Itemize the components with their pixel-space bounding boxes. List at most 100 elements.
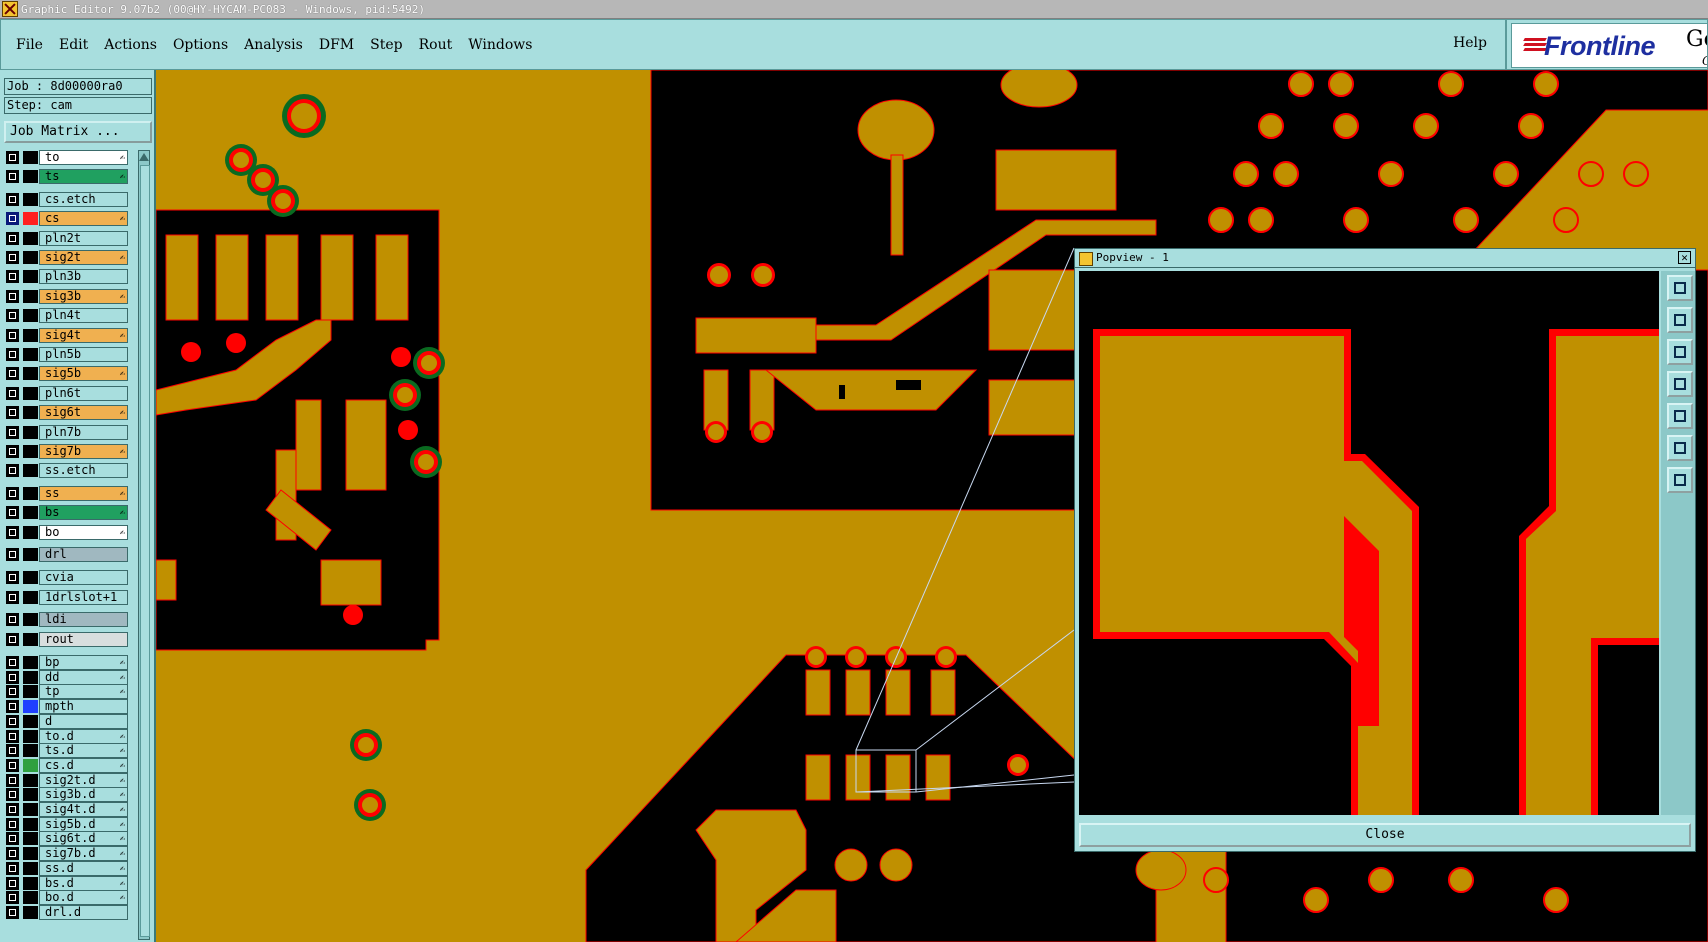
layer-checkbox[interactable] (6, 758, 19, 772)
layer-row[interactable]: ts ✍ (4, 169, 135, 185)
layer-color-swatch[interactable] (23, 270, 38, 284)
layer-checkbox[interactable] (6, 231, 19, 245)
layer-row[interactable]: pln5b (4, 347, 135, 362)
layer-row[interactable]: ss.etch (4, 463, 135, 479)
menu-edit[interactable]: Edit (59, 37, 88, 53)
layer-row[interactable]: to.d ✍ (4, 728, 135, 744)
layer-checkbox[interactable] (6, 548, 19, 561)
layer-color-swatch[interactable] (23, 788, 38, 802)
layer-color-swatch[interactable] (23, 891, 38, 905)
layer-color-swatch[interactable] (23, 876, 38, 890)
layer-name[interactable]: sig3b.d ✍ (39, 787, 128, 803)
zoom-tool-button[interactable] (1667, 275, 1693, 301)
pan-down-button[interactable] (1667, 339, 1693, 365)
layer-color-swatch[interactable] (23, 817, 38, 831)
layer-row[interactable]: pln6t (4, 385, 135, 401)
layer-row[interactable]: ldi (4, 612, 135, 628)
layer-row[interactable]: sig6t ✍ (4, 405, 135, 421)
popview-window[interactable]: Popview - 1 ✕ Close (1074, 248, 1696, 852)
layer-color-swatch[interactable] (23, 656, 38, 669)
layer-name[interactable]: cvia (39, 570, 128, 586)
window-titlebar[interactable]: Graphic Editor 9.07b2 (00@HY-HYCAM-PC083… (0, 0, 1708, 19)
layer-color-swatch[interactable] (23, 548, 38, 561)
menu-rout[interactable]: Rout (419, 37, 453, 53)
layer-color-swatch[interactable] (23, 861, 38, 875)
layer-name[interactable]: sig6t.d ✍ (39, 831, 128, 847)
pan-right-button[interactable] (1667, 403, 1693, 429)
layer-name[interactable]: ss.etch (39, 463, 128, 479)
layer-row[interactable]: d (4, 713, 135, 729)
layer-checkbox[interactable] (6, 486, 19, 500)
scroll-thumb[interactable] (140, 165, 150, 937)
layer-checkbox[interactable] (6, 386, 19, 400)
layer-row[interactable]: bo.d ✍ (4, 890, 135, 906)
layer-color-swatch[interactable] (23, 231, 38, 245)
layer-row[interactable]: rout (4, 631, 135, 647)
layer-row[interactable]: tp ✍ (4, 684, 135, 700)
layer-name[interactable]: sig7b.d ✍ (39, 846, 128, 862)
layer-color-swatch[interactable] (23, 506, 38, 520)
layer-row[interactable]: sig3b.d ✍ (4, 787, 135, 803)
layer-color-swatch[interactable] (23, 803, 38, 816)
layer-row[interactable]: sig5b.d ✍ (4, 816, 135, 832)
layer-name[interactable]: cs.d ✍ (39, 757, 128, 773)
layer-checkbox[interactable] (6, 744, 19, 758)
layer-row[interactable]: ss ✍ (4, 485, 135, 501)
menu-file[interactable]: File (16, 37, 43, 53)
layer-name[interactable]: pln7b (39, 424, 128, 440)
popview-titlebar[interactable]: Popview - 1 ✕ (1075, 249, 1695, 268)
layer-color-swatch[interactable] (23, 309, 38, 323)
layer-checkbox[interactable] (6, 289, 19, 303)
layer-row[interactable]: sig4t ✍ (4, 327, 135, 343)
layer-checkbox[interactable] (6, 613, 19, 627)
layer-color-swatch[interactable] (23, 832, 38, 846)
layer-name[interactable]: ss.d ✍ (39, 860, 128, 876)
popview-canvas[interactable] (1079, 271, 1659, 815)
layer-checkbox[interactable] (6, 905, 19, 919)
layer-row[interactable]: sig4t.d ✍ (4, 802, 135, 817)
layer-name[interactable]: cs.etch (39, 191, 128, 207)
layer-name[interactable]: ts.d ✍ (39, 743, 128, 759)
layer-name[interactable]: dd ✍ (39, 669, 128, 685)
layer-color-swatch[interactable] (23, 685, 38, 699)
layer-row[interactable]: cs ✍ (4, 211, 135, 227)
layer-name[interactable]: d (39, 713, 128, 729)
layer-color-swatch[interactable] (23, 905, 38, 919)
layer-name[interactable]: sig3b ✍ (39, 288, 128, 304)
layer-color-swatch[interactable] (23, 328, 38, 342)
layer-name[interactable]: sig5b ✍ (39, 366, 128, 382)
layer-name[interactable]: mpth (39, 699, 128, 715)
layer-checkbox[interactable] (6, 803, 19, 816)
layer-checkbox[interactable] (6, 192, 19, 206)
layer-color-swatch[interactable] (23, 758, 38, 772)
layer-row[interactable]: ts.d ✍ (4, 743, 135, 759)
layer-name[interactable]: sig6t ✍ (39, 405, 128, 421)
layer-name[interactable]: pln3b (39, 269, 128, 285)
layer-checkbox[interactable] (6, 525, 19, 539)
layer-color-swatch[interactable] (23, 192, 38, 206)
layer-row[interactable]: sig2t.d ✍ (4, 772, 135, 788)
layer-name[interactable]: sig5b.d ✍ (39, 816, 128, 832)
layer-checkbox[interactable] (6, 773, 19, 787)
layer-row[interactable]: sig6t.d ✍ (4, 831, 135, 847)
layer-row[interactable]: sig5b ✍ (4, 366, 135, 382)
layer-color-swatch[interactable] (23, 151, 38, 164)
layer-row[interactable]: cvia (4, 570, 135, 586)
layer-color-swatch[interactable] (23, 367, 38, 381)
layer-name[interactable]: 1drlslot+1 (39, 589, 128, 605)
layer-checkbox[interactable] (6, 309, 19, 323)
pan-up-button[interactable] (1667, 307, 1693, 333)
layer-checkbox[interactable] (6, 348, 19, 361)
layer-name[interactable]: ts ✍ (39, 169, 128, 185)
layer-name[interactable]: bo.d ✍ (39, 890, 128, 906)
layer-color-swatch[interactable] (23, 525, 38, 539)
layer-checkbox[interactable] (6, 632, 19, 646)
layer-name[interactable]: to ✍ (39, 150, 128, 165)
layer-checkbox[interactable] (6, 506, 19, 520)
center-button[interactable] (1667, 467, 1693, 493)
layer-checkbox[interactable] (6, 328, 19, 342)
close-icon[interactable]: ✕ (1678, 251, 1691, 264)
layer-checkbox[interactable] (6, 700, 19, 714)
layer-name[interactable]: pln2t (39, 230, 128, 246)
layer-row[interactable]: sig2t ✍ (4, 250, 135, 265)
